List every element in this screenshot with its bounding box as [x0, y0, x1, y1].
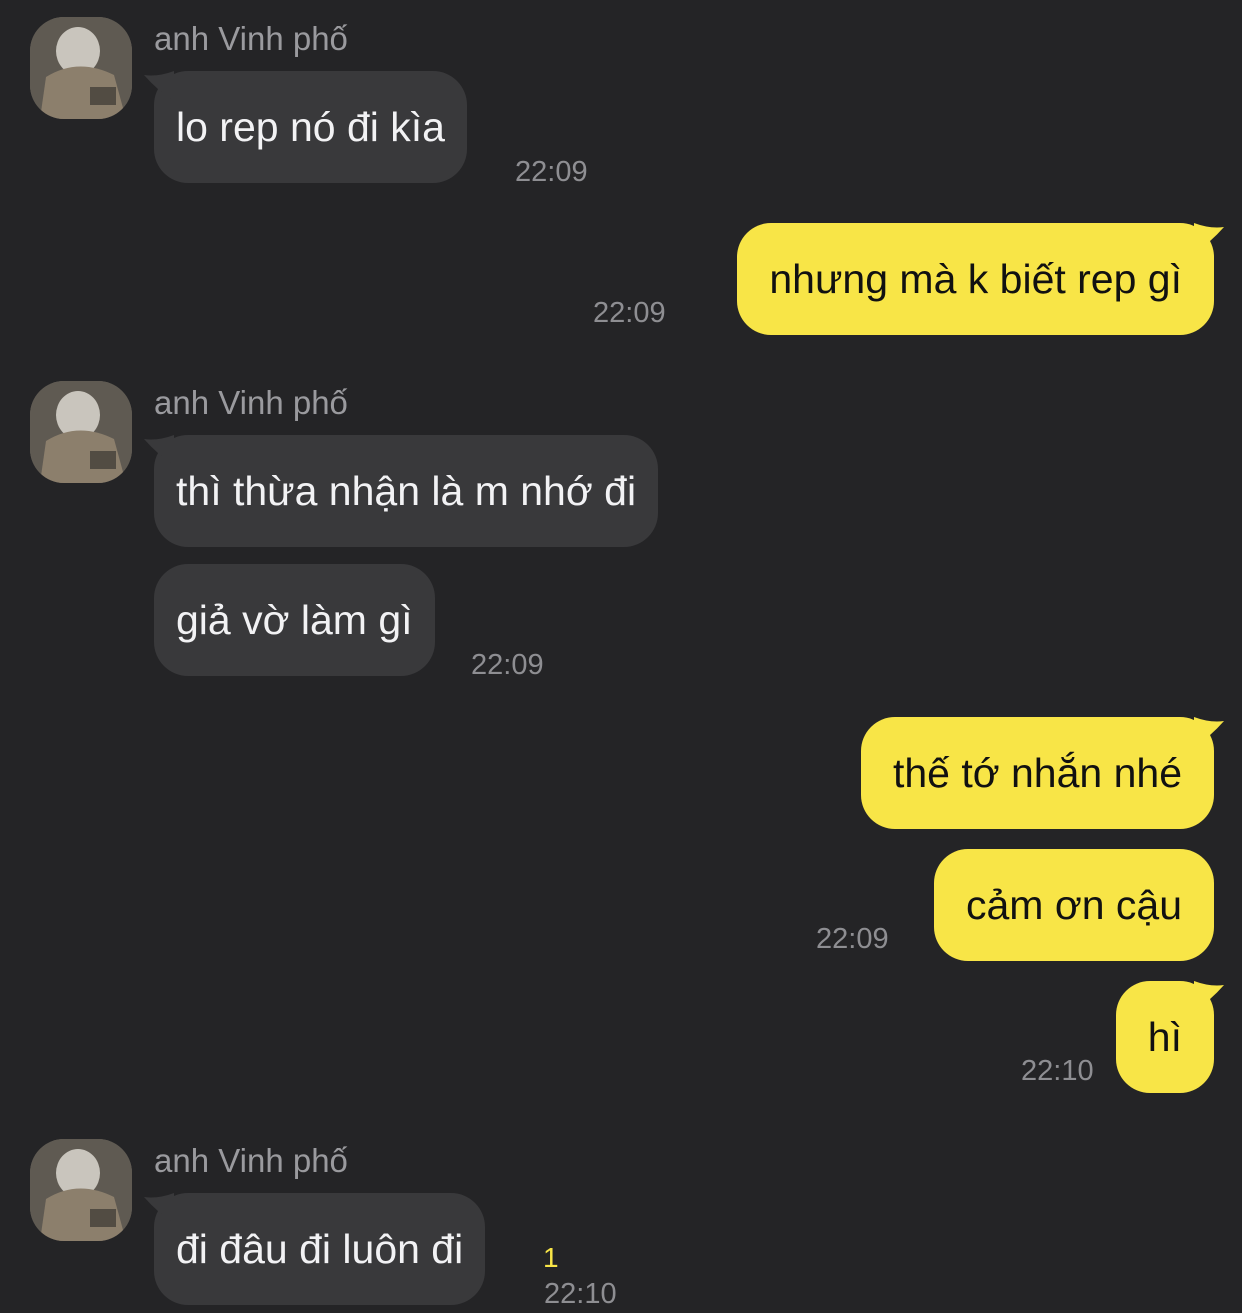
- message-bubble[interactable]: hì: [1115, 981, 1224, 1093]
- message-text: giả vờ làm gì: [176, 597, 413, 643]
- bubble-tail: [144, 435, 174, 465]
- message-bubble[interactable]: thế tớ nhắn nhé: [860, 717, 1224, 829]
- unread-count: 1: [543, 1242, 559, 1273]
- message-bubble[interactable]: giả vờ làm gì: [154, 564, 435, 676]
- avatar[interactable]: [30, 1139, 132, 1241]
- avatar[interactable]: [30, 381, 132, 483]
- message-time: 22:10: [544, 1278, 617, 1310]
- message-text: cảm ơn cậu: [965, 882, 1182, 928]
- avatar-photo-icon: [30, 1139, 132, 1241]
- message-bubble[interactable]: thì thừa nhận là m nhớ đi: [144, 435, 659, 547]
- message-text: nhưng mà k biết rep gì: [769, 256, 1182, 302]
- message-text: đi đâu đi luôn đi: [176, 1226, 464, 1272]
- message-time: 22:09: [816, 923, 889, 955]
- sender-name: anh Vinh phố: [154, 20, 348, 57]
- avatar-photo-icon: [30, 17, 132, 119]
- message-time: 22:09: [515, 156, 588, 188]
- avatar-photo-icon: [30, 381, 132, 483]
- message-time: 22:10: [1021, 1055, 1094, 1087]
- avatar[interactable]: [30, 17, 132, 119]
- message-text: thì thừa nhận là m nhớ đi: [176, 468, 637, 514]
- bubble-tail: [1194, 223, 1224, 253]
- message-time: 22:09: [593, 297, 666, 329]
- bubble-tail: [144, 1193, 174, 1223]
- message-bubble[interactable]: cảm ơn cậu: [933, 849, 1214, 961]
- message-text: thế tớ nhắn nhé: [892, 750, 1182, 796]
- message-bubble[interactable]: đi đâu đi luôn đi: [144, 1193, 486, 1305]
- message-bubble[interactable]: lo rep nó đi kìa: [144, 71, 467, 183]
- bubble-tail: [1194, 981, 1224, 1011]
- bubble-tail: [144, 71, 174, 101]
- message-text: lo rep nó đi kìa: [176, 104, 445, 150]
- message-time: 22:09: [471, 649, 544, 681]
- sender-name: anh Vinh phố: [154, 1142, 348, 1179]
- message-text: hì: [1147, 1014, 1182, 1060]
- sender-name: anh Vinh phố: [154, 384, 348, 421]
- bubble-tail: [1194, 717, 1224, 747]
- message-bubble[interactable]: nhưng mà k biết rep gì: [737, 223, 1224, 335]
